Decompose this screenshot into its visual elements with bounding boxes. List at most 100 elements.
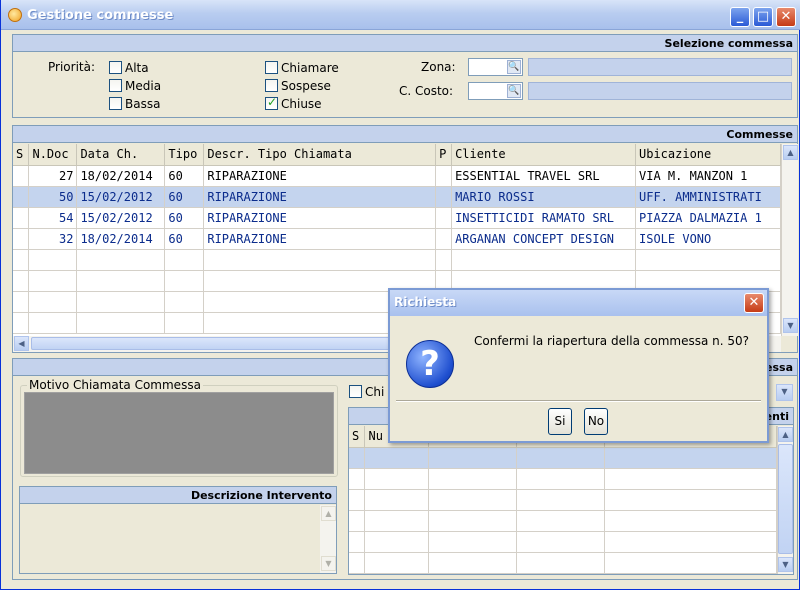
checkbox-media[interactable] bbox=[109, 79, 122, 92]
priority-label: Priorità: bbox=[48, 60, 96, 74]
search-icon[interactable]: 🔍 bbox=[507, 60, 521, 74]
col-cliente[interactable]: Cliente bbox=[451, 144, 636, 166]
cell-tipo: 60 bbox=[164, 165, 205, 187]
empty-row bbox=[349, 489, 777, 511]
cell-s bbox=[13, 165, 30, 187]
app-icon bbox=[8, 8, 22, 22]
minimize-button[interactable]: _ bbox=[730, 7, 750, 27]
scroll-down-icon[interactable]: ▼ bbox=[778, 557, 793, 572]
question-icon: ? bbox=[406, 340, 454, 388]
motivo-group: Motivo Chiamata Commessa bbox=[20, 378, 338, 477]
cell-p bbox=[435, 186, 453, 208]
cell-ubicazione: UFF. AMMINISTRATI bbox=[635, 186, 781, 208]
empty-row bbox=[13, 249, 781, 271]
checkbox-chi-label: Chi bbox=[365, 385, 385, 399]
col-ubicazione[interactable]: Ubicazione bbox=[635, 144, 781, 166]
col-data[interactable]: Data Ch. bbox=[76, 144, 166, 166]
zona-label: Zona: bbox=[421, 60, 456, 74]
checkbox-bassa[interactable] bbox=[109, 97, 122, 110]
scroll-up-icon[interactable]: ▲ bbox=[783, 145, 798, 160]
confirm-dialog: Richiesta ✕ ? Confermi la riapertura del… bbox=[388, 288, 769, 443]
commesse-vscroll[interactable]: ▲ ▼ bbox=[781, 144, 798, 336]
cell-s bbox=[13, 186, 30, 208]
cell-p bbox=[435, 228, 453, 250]
cell-descr: RIPARAZIONE bbox=[203, 186, 437, 208]
col-descr[interactable]: Descr. Tipo Chiamata bbox=[203, 144, 437, 166]
col-s[interactable]: S bbox=[349, 426, 366, 448]
scroll-up-icon[interactable]: ▲ bbox=[778, 427, 793, 442]
scroll-thumb[interactable] bbox=[31, 337, 411, 350]
selection-header: Selezione commessa bbox=[13, 35, 797, 52]
checkbox-chi[interactable] bbox=[349, 385, 362, 398]
dialog-message: Confermi la riapertura della commessa n.… bbox=[474, 334, 750, 348]
maximize-button[interactable]: □ bbox=[753, 7, 773, 27]
empty-row bbox=[349, 552, 777, 574]
scroll-thumb[interactable] bbox=[778, 444, 793, 554]
cell-s bbox=[13, 207, 30, 229]
scroll-down-icon[interactable]: ▼ bbox=[321, 556, 336, 571]
motivo-textarea[interactable] bbox=[24, 392, 334, 474]
table-row[interactable]: 54 15/02/2012 60 RIPARAZIONE INSETTICIDI… bbox=[13, 207, 781, 229]
descr-intervento-panel: Descrizione Intervento ▲ ▼ bbox=[19, 486, 337, 574]
dialog-close-button[interactable]: ✕ bbox=[744, 293, 764, 313]
checkbox-chiamare[interactable] bbox=[265, 61, 278, 74]
checkbox-alta[interactable] bbox=[109, 61, 122, 74]
table-row[interactable]: 32 18/02/2014 60 RIPARAZIONE ARGANAN CON… bbox=[13, 228, 781, 250]
col-tipo[interactable]: Tipo bbox=[164, 144, 205, 166]
costo-input[interactable]: 🔍 bbox=[468, 82, 523, 100]
zona-input[interactable]: 🔍 bbox=[468, 58, 523, 76]
dialog-title: Richiesta bbox=[394, 295, 457, 309]
commesse-header: Commesse bbox=[13, 126, 797, 143]
yes-button[interactable]: Si bbox=[548, 408, 572, 435]
search-icon[interactable]: 🔍 bbox=[507, 84, 521, 98]
selection-panel: Selezione commessa Priorità: Alta Media … bbox=[12, 34, 798, 118]
checkbox-chiuse[interactable] bbox=[265, 95, 278, 110]
checkbox-media-label: Media bbox=[125, 79, 162, 93]
checkbox-alta-label: Alta bbox=[125, 61, 149, 75]
cell-data: 18/02/2014 bbox=[76, 228, 166, 250]
dropdown-arrow-icon[interactable]: ▼ bbox=[776, 384, 793, 401]
empty-row bbox=[349, 468, 777, 490]
col-s[interactable]: S bbox=[13, 144, 30, 166]
cell-descr: RIPARAZIONE bbox=[203, 207, 437, 229]
checkbox-chiamare-label: Chiamare bbox=[281, 61, 339, 75]
table-row[interactable]: 27 18/02/2014 60 RIPARAZIONE ESSENTIAL T… bbox=[13, 165, 781, 187]
cell-p bbox=[435, 207, 453, 229]
cell-s bbox=[13, 228, 30, 250]
checkbox-sospese-label: Sospese bbox=[281, 79, 331, 93]
descr-vscroll[interactable]: ▲ ▼ bbox=[320, 505, 336, 573]
cell-ndoc: 27 bbox=[28, 165, 78, 187]
cell-ndoc: 54 bbox=[28, 207, 78, 229]
cell-cliente: ESSENTIAL TRAVEL SRL bbox=[451, 165, 636, 187]
main-window: Gestione commesse _ □ ✕ Selezione commes… bbox=[0, 0, 800, 590]
cell-cliente: ARGANAN CONCEPT DESIGN bbox=[451, 228, 636, 250]
scroll-down-icon[interactable]: ▼ bbox=[783, 318, 798, 333]
descr-intervento-header: Descrizione Intervento bbox=[20, 487, 336, 504]
col-ndoc[interactable]: N.Doc bbox=[28, 144, 78, 166]
cell-cliente: INSETTICIDI RAMATO SRL bbox=[451, 207, 636, 229]
descr-intervento-textarea[interactable] bbox=[20, 505, 320, 573]
checkbox-bassa-label: Bassa bbox=[125, 97, 161, 111]
no-button[interactable]: No bbox=[584, 408, 608, 435]
table-row-selected[interactable] bbox=[349, 447, 777, 469]
close-button[interactable]: ✕ bbox=[776, 7, 796, 27]
empty-row bbox=[349, 510, 777, 532]
scroll-left-icon[interactable]: ◀ bbox=[14, 336, 29, 351]
interventi-grid: S Nu bbox=[349, 426, 777, 574]
cell-data: 15/02/2012 bbox=[76, 186, 166, 208]
col-p[interactable]: P bbox=[435, 144, 453, 166]
zona-description bbox=[528, 58, 792, 76]
cell-ubicazione: PIAZZA DALMAZIA 1 bbox=[635, 207, 781, 229]
cell-tipo: 60 bbox=[164, 228, 205, 250]
checkbox-sospese[interactable] bbox=[265, 79, 278, 92]
table-row-selected[interactable]: 50 15/02/2012 60 RIPARAZIONE MARIO ROSSI… bbox=[13, 186, 781, 208]
cell-descr: RIPARAZIONE bbox=[203, 228, 437, 250]
scroll-up-icon[interactable]: ▲ bbox=[321, 506, 336, 521]
cell-ndoc: 32 bbox=[28, 228, 78, 250]
interventi-vscroll[interactable]: ▲ ▼ bbox=[777, 426, 793, 574]
cell-tipo: 60 bbox=[164, 186, 205, 208]
title-bar: Gestione commesse _ □ ✕ bbox=[1, 0, 800, 30]
cell-descr: RIPARAZIONE bbox=[203, 165, 437, 187]
dialog-separator bbox=[396, 400, 761, 402]
costo-label: C. Costo: bbox=[399, 84, 454, 98]
